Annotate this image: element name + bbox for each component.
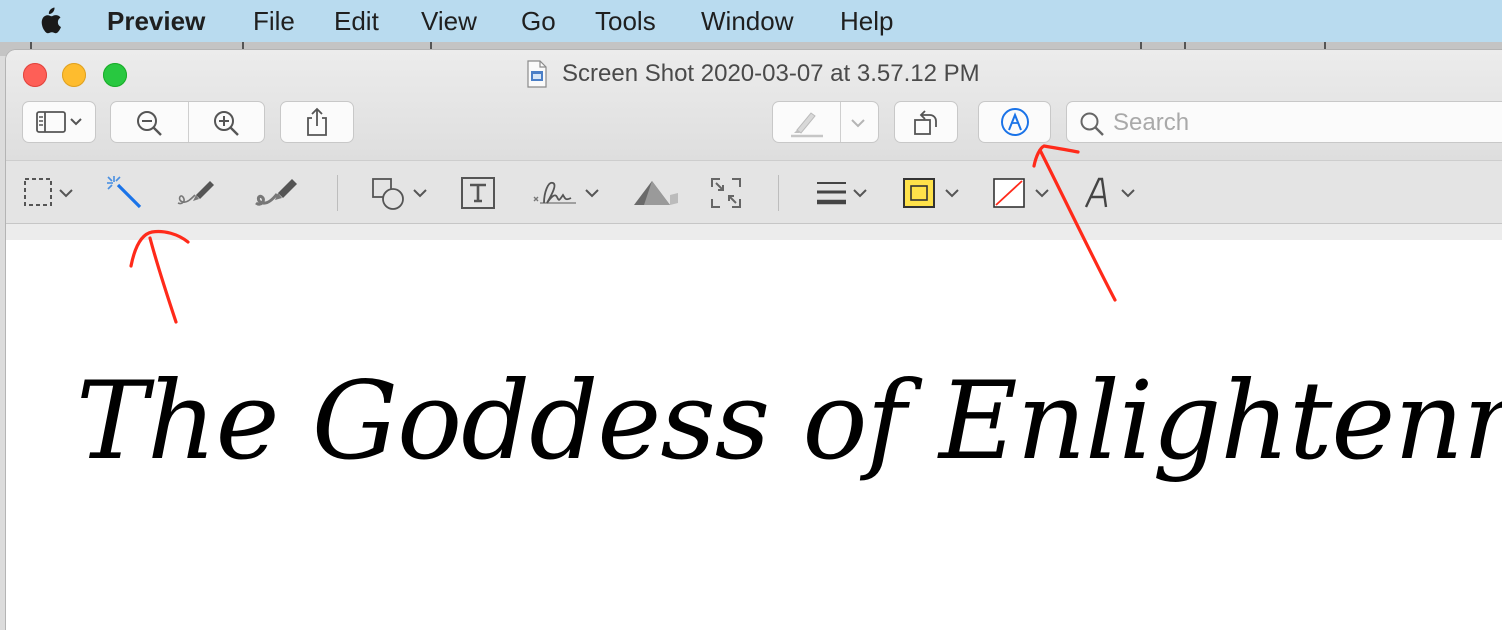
highlighter-icon bbox=[791, 112, 823, 138]
search-placeholder: Search bbox=[1113, 109, 1190, 136]
text-style-icon bbox=[1084, 177, 1135, 208]
zoom-in-icon[interactable] bbox=[212, 109, 242, 137]
share-button[interactable] bbox=[280, 101, 354, 143]
chevron-down-icon[interactable] bbox=[849, 116, 867, 130]
text-tool[interactable] bbox=[458, 169, 498, 217]
markup-toolbar-button[interactable] bbox=[978, 101, 1051, 143]
toolbar-separator bbox=[337, 175, 338, 211]
text-style-tool[interactable] bbox=[1080, 169, 1146, 217]
adjust-size-tool[interactable] bbox=[706, 169, 746, 217]
minimize-button[interactable] bbox=[62, 63, 86, 87]
toolbar-separator bbox=[778, 175, 779, 211]
title-bar: Screen Shot 2020-03-07 at 3.57.12 PM Sea… bbox=[6, 50, 1502, 160]
fill-color-icon bbox=[993, 178, 1049, 208]
fullscreen-button[interactable] bbox=[103, 63, 127, 87]
menu-bar: Preview File Edit View Go Tools Window H… bbox=[0, 0, 1502, 42]
instant-alpha-tool[interactable] bbox=[104, 169, 146, 217]
markup-toolbar bbox=[6, 160, 1502, 224]
menu-go[interactable]: Go bbox=[521, 5, 556, 37]
menu-tools[interactable]: Tools bbox=[595, 5, 656, 37]
draw-icon bbox=[255, 179, 297, 206]
signature-icon bbox=[533, 181, 599, 204]
line-style-icon bbox=[817, 182, 867, 205]
preview-window: Screen Shot 2020-03-07 at 3.57.12 PM Sea… bbox=[6, 50, 1502, 630]
sidebar-toggle-button[interactable] bbox=[22, 101, 96, 143]
prism-icon bbox=[634, 181, 678, 205]
adjust-color-tool[interactable] bbox=[630, 169, 680, 217]
resize-icon bbox=[711, 178, 741, 208]
shapes-icon bbox=[372, 178, 427, 210]
apple-logo-icon[interactable] bbox=[36, 6, 62, 36]
window-title: Screen Shot 2020-03-07 at 3.57.12 PM bbox=[562, 60, 980, 87]
menu-window[interactable]: Window bbox=[701, 5, 793, 37]
sketch-tool[interactable] bbox=[172, 169, 222, 217]
document-text: The Goddess of Enlightenment bbox=[76, 359, 1502, 484]
document-top-margin bbox=[6, 224, 1502, 240]
search-icon bbox=[1080, 112, 1104, 136]
fill-color-tool[interactable] bbox=[990, 169, 1056, 217]
border-color-icon bbox=[903, 178, 959, 208]
border-color-tool[interactable] bbox=[900, 169, 966, 217]
share-icon bbox=[307, 107, 327, 136]
menu-edit[interactable]: Edit bbox=[334, 5, 379, 37]
document-canvas: The Goddess of Enlightenment bbox=[6, 240, 1502, 630]
menu-view[interactable]: View bbox=[421, 5, 477, 37]
draw-tool[interactable] bbox=[250, 169, 304, 217]
selection-tool[interactable] bbox=[20, 169, 80, 217]
markup-icon bbox=[1000, 108, 1029, 136]
shapes-tool[interactable] bbox=[368, 169, 434, 217]
highlight-button[interactable] bbox=[772, 101, 879, 143]
rotate-icon bbox=[914, 110, 937, 135]
zoom-out-icon[interactable] bbox=[135, 109, 165, 137]
text-box-icon bbox=[461, 177, 495, 209]
sign-tool[interactable] bbox=[528, 169, 608, 217]
magic-wand-icon bbox=[107, 176, 142, 209]
rectangular-selection-icon bbox=[24, 178, 73, 206]
zoom-button-group bbox=[110, 101, 265, 143]
menu-file[interactable]: File bbox=[253, 5, 295, 37]
search-field[interactable]: Search bbox=[1066, 101, 1502, 143]
menu-app-name[interactable]: Preview bbox=[107, 5, 205, 37]
document-icon bbox=[527, 60, 547, 88]
menu-help[interactable]: Help bbox=[840, 5, 893, 37]
close-button[interactable] bbox=[23, 63, 47, 87]
sidebar-icon bbox=[36, 111, 82, 133]
rotate-button[interactable] bbox=[894, 101, 958, 143]
sketch-icon bbox=[177, 181, 214, 205]
shape-style-tool[interactable] bbox=[812, 169, 878, 217]
